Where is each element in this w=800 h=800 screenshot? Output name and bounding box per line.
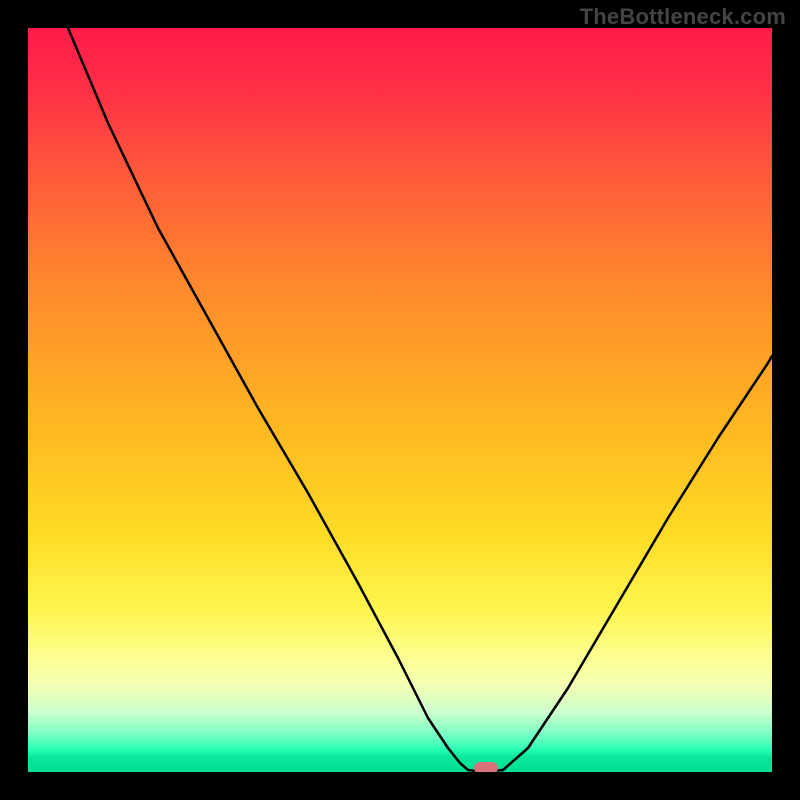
bottleneck-curve [28,28,772,772]
watermark-text: TheBottleneck.com [580,4,786,30]
chart-frame: TheBottleneck.com [0,0,800,800]
plot-area [28,28,772,772]
optimal-marker [474,762,498,772]
